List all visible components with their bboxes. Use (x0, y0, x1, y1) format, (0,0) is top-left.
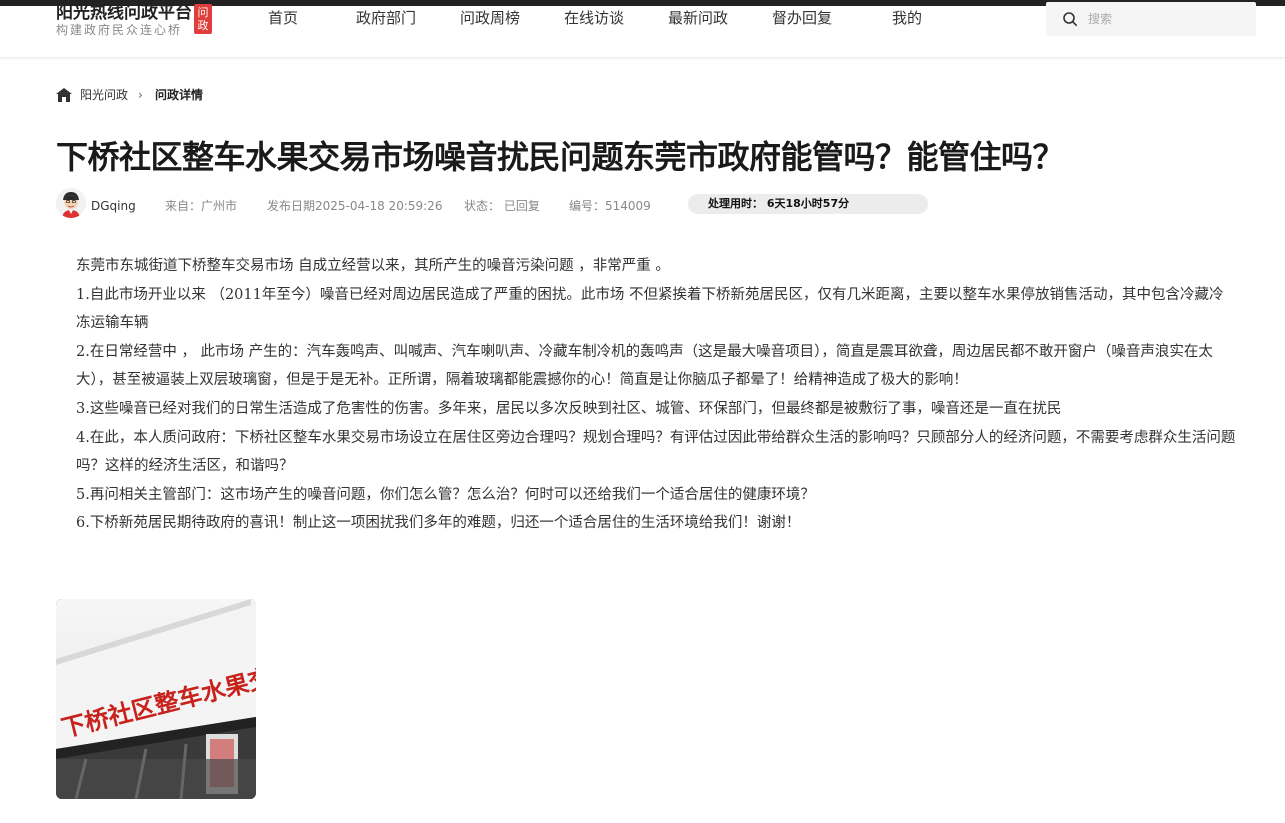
breadcrumb-home-link[interactable]: 阳光问政 (80, 87, 128, 103)
article-paragraph: 5.再问相关主管部门：这市场产生的噪音问题，你们怎么管？怎么治？何时可以还给我们… (76, 486, 815, 503)
search-input[interactable] (1088, 8, 1248, 30)
nav-supervision-reply[interactable]: 督办回复 (772, 8, 832, 28)
home-icon (56, 88, 72, 102)
article-paragraph: 3.这些噪音已经对我们的日常生活造成了危害性的伤害。多年来，居民以多次反映到社区… (76, 400, 1062, 417)
article-paragraph: 东莞市东城街道下桥整车交易市场 自成立经营以来，其所产生的噪音污染问题 ，非常严… (76, 258, 670, 274)
user-avatar-icon (56, 188, 86, 218)
article-meta: DGqing 来自：广州市 发布日期2025-04-18 20:59:26 状态… (56, 188, 1236, 220)
article-paragraph: 4.在此，本人质问政府：下桥社区整车水果交易市场设立在居住区旁边合理吗？规划合理… (76, 429, 1236, 475)
processing-duration-badge: 处理用时： 6天18小时57分 (688, 194, 928, 214)
article-paragraph: 6.下桥新苑居民期待政府的喜讯！制止这一项困扰我们多年的难题，归还一个适合居住的… (76, 515, 801, 532)
site-header: 阳光热线问政平台 构建政府民众连心桥 问政 首页 政府部门 问政周榜 在线访谈 … (0, 2, 1285, 58)
logo-subtitle: 构建政府民众连心桥 (56, 23, 183, 37)
search-box[interactable] (1046, 2, 1256, 36)
article-body: 东莞市东城街道下桥整车交易市场 自成立经营以来，其所产生的噪音污染问题 ，非常严… (76, 252, 1236, 538)
nav-weekly-ranking[interactable]: 问政周榜 (460, 8, 520, 28)
page-title: 下桥社区整车水果交易市场噪音扰民问题东莞市政府能管吗？能管住吗？ (56, 138, 1065, 176)
article-paragraph: 1.自此市场开业以来 （2011年至今）噪音已经对周边居民造成了严重的困扰。此市… (76, 286, 1224, 332)
market-sign-image: 下桥社区整车水果交易场 (56, 599, 256, 799)
article-paragraph: 2.在日常经营中 ， 此市场 产生的：汽车轰鸣声、叫喊声、汽车喇叭声、冷藏车制冷… (76, 343, 1213, 389)
nav-home[interactable]: 首页 (268, 8, 298, 28)
nav-latest[interactable]: 最新问政 (668, 8, 728, 28)
publish-date: 发布日期2025-04-18 20:59:26 (267, 199, 443, 213)
breadcrumb-current: 问政详情 (155, 88, 204, 102)
logo-badge: 问政 (194, 4, 212, 34)
author-name[interactable]: DGqing (91, 198, 136, 214)
nav-mine[interactable]: 我的 (892, 8, 922, 28)
logo-title[interactable]: 阳光热线问政平台 (56, 2, 192, 24)
status-label: 状态： 已回复 (464, 199, 540, 213)
nav-online-interview[interactable]: 在线访谈 (564, 8, 624, 28)
search-icon[interactable] (1062, 11, 1078, 27)
attachment-photo[interactable]: 下桥社区整车水果交易场 (56, 599, 256, 799)
item-number: 编号：514009 (569, 199, 651, 213)
breadcrumb-separator: › (138, 88, 143, 102)
source-location: 来自：广州市 (165, 199, 238, 213)
avatar[interactable] (56, 188, 86, 218)
nav-gov-departments[interactable]: 政府部门 (356, 8, 416, 28)
